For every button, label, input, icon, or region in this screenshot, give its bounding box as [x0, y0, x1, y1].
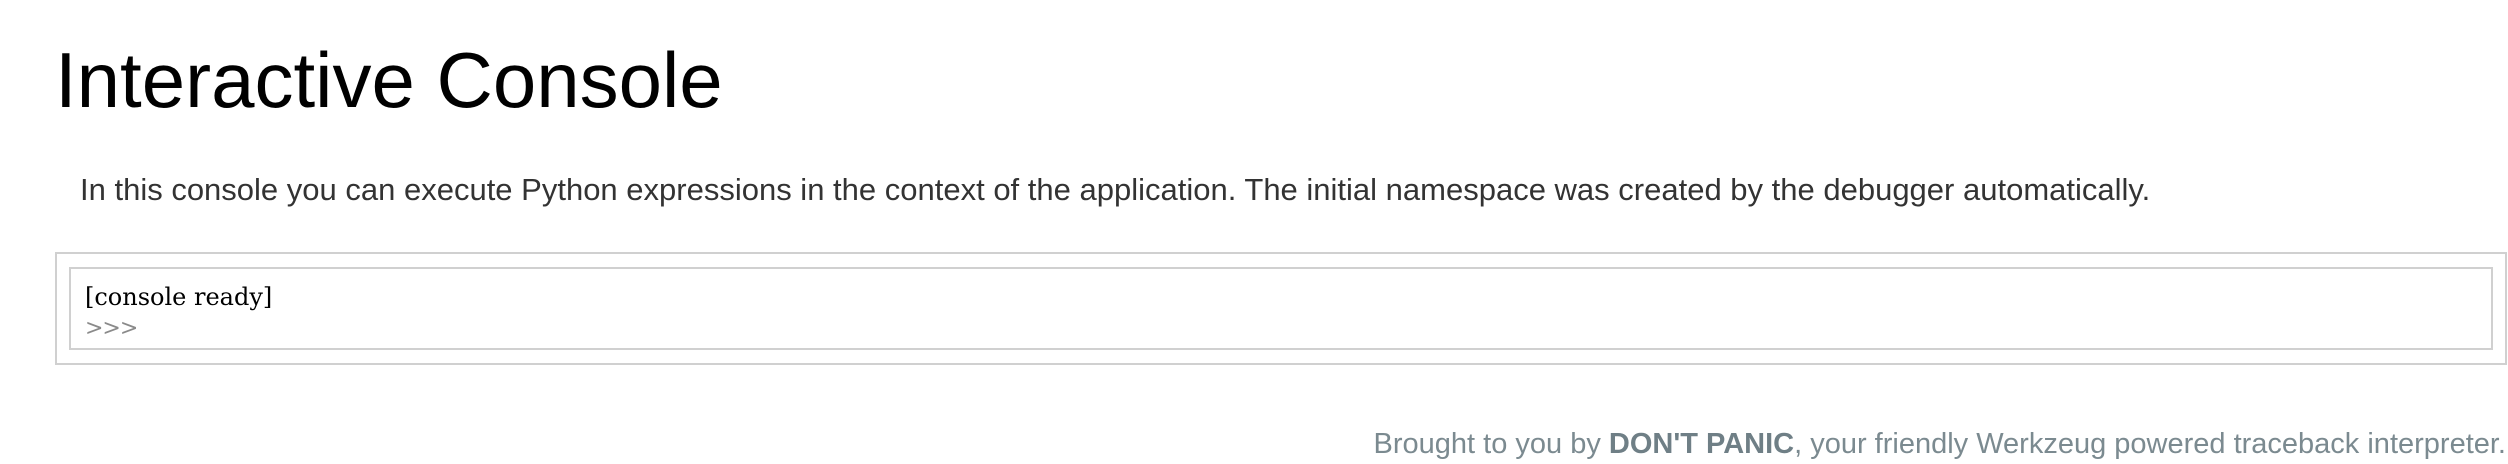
footer-prefix: Brought to you by: [1373, 428, 1609, 460]
footer-dont-panic: DON'T PANIC: [1608, 428, 1795, 460]
footer-suffix: , your friendly Werkzeug powered traceba…: [1794, 428, 2506, 460]
console-prompt: >>>: [85, 316, 138, 341]
console-output: [console ready]: [85, 283, 273, 311]
console-container: [console ready] >>>: [55, 252, 2507, 365]
footer: Brought to you by DON'T PANIC, your frie…: [0, 425, 2506, 463]
debugger-console-page: { "header": { "title": "Interactive Cons…: [0, 0, 2508, 464]
console-explanation: In this console you can execute Python e…: [80, 172, 2151, 207]
console-prompt-line[interactable]: >>>: [85, 313, 2491, 345]
page-title: Interactive Console: [55, 36, 723, 124]
console-input[interactable]: [137, 314, 2491, 344]
console-area[interactable]: [console ready] >>>: [69, 267, 2493, 350]
